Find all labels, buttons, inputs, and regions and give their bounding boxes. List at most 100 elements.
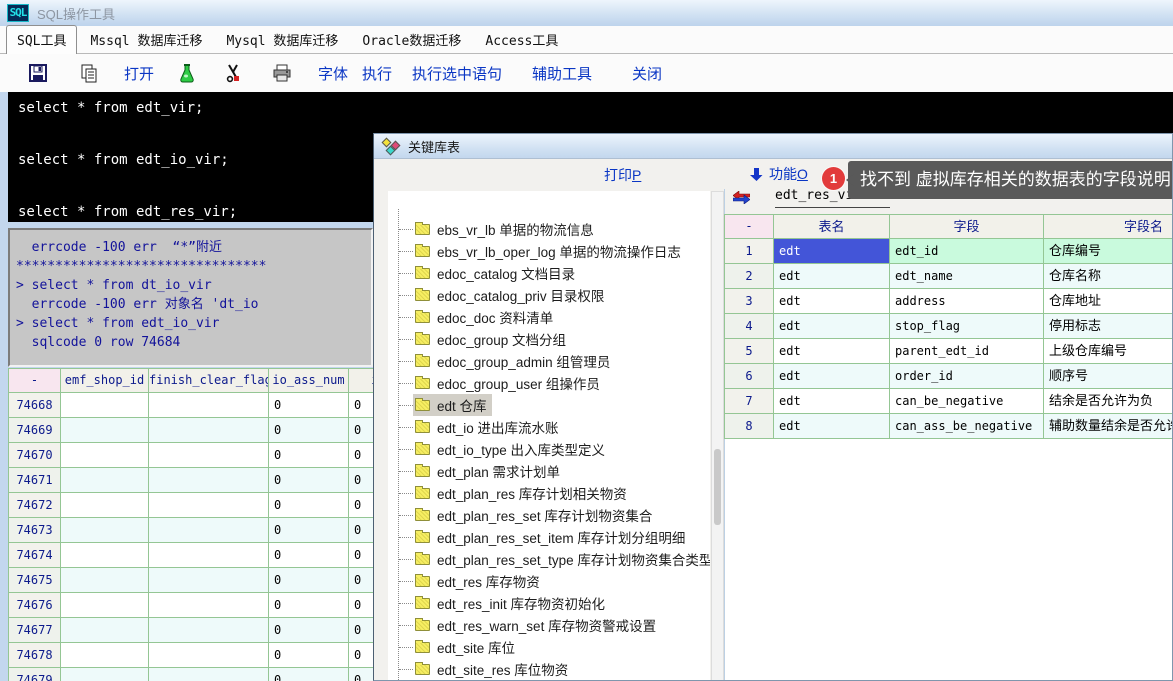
table-row[interactable]: 7467100 (9, 468, 373, 493)
table-row[interactable]: 7466800 (9, 393, 373, 418)
print-link[interactable]: 打印P (604, 165, 641, 185)
tab-4[interactable]: Access工具 (474, 25, 569, 54)
tree-item[interactable]: ebs_vr_lb 单据的物流信息 (388, 218, 710, 240)
execute-selected-button[interactable]: 执行选中语句 (412, 60, 502, 86)
tree-item-label: edt_io 进出库流水账 (437, 417, 559, 437)
cut-button[interactable] (224, 60, 242, 86)
folder-icon (415, 334, 430, 345)
table-row[interactable]: 7467300 (9, 518, 373, 543)
column-header: - (9, 369, 61, 393)
table-row[interactable]: 4edtstop_flag停用标志 (725, 314, 1173, 339)
close-button[interactable]: 关闭 (632, 60, 662, 86)
data-cell: 0 (269, 468, 349, 493)
execute-button[interactable]: 执行 (362, 60, 392, 86)
table-row[interactable]: 8edtcan_ass_be_negative辅助数量结余是否允许为 (725, 414, 1173, 439)
tree-item[interactable]: edoc_catalog_priv 目录权限 (388, 284, 710, 306)
dialog-title-bar: 关键库表 (374, 134, 1172, 159)
tree-node: edt_site_res 库位物资 (413, 658, 573, 680)
tree-item[interactable]: edt_res_warn_set 库存物资警戒设置 (388, 614, 710, 636)
table-row[interactable]: 6edtorder_id顺序号 (725, 364, 1173, 389)
tree-item[interactable]: edt_plan_res_set_item 库存计划分组明细 (388, 526, 710, 548)
table-row[interactable]: 7edtcan_be_negative结余是否允许为负 (725, 389, 1173, 414)
tab-3[interactable]: Oracle数据迁移 (351, 25, 472, 54)
data-cell: parent_edt_id (890, 339, 1044, 364)
dialog-title: 关键库表 (408, 137, 460, 156)
tree-scrollbar[interactable] (711, 191, 724, 681)
tree-item-label: edt_res 库存物资 (437, 571, 540, 591)
tree-item[interactable]: edt_io_type 出入库类型定义 (388, 438, 710, 460)
tree-item[interactable]: edt_plan_res 库存计划相关物资 (388, 482, 710, 504)
tree-connector (399, 405, 413, 406)
tree-scrollbar-thumb[interactable] (714, 449, 721, 525)
data-cell (149, 443, 269, 468)
table-row[interactable]: 2edtedt_name仓库名称 (725, 264, 1173, 289)
tab-sql-tools[interactable]: SQL工具 (6, 25, 77, 54)
print-button[interactable] (272, 60, 292, 86)
tree-item-label: edoc_group 文档分组 (437, 329, 566, 349)
data-cell (149, 668, 269, 681)
data-cell: order_id (890, 364, 1044, 389)
tree-item[interactable]: edt 仓库 (388, 394, 710, 416)
table-row[interactable]: 7467000 (9, 443, 373, 468)
tree-item[interactable]: edt_plan_res_set 库存计划物资集合 (388, 504, 710, 526)
folder-icon (415, 290, 430, 301)
tree-node: edt_plan 需求计划单 (413, 460, 565, 482)
tree-item[interactable]: edt_res_init 库存物资初始化 (388, 592, 710, 614)
printer-icon (272, 63, 292, 83)
tree-item[interactable]: edoc_group 文档分组 (388, 328, 710, 350)
font-button[interactable]: 字体 (318, 60, 348, 86)
tree-item[interactable]: edoc_doc 资料清单 (388, 306, 710, 328)
table-row[interactable]: 7467900 (9, 668, 373, 681)
table-row[interactable]: 7467400 (9, 543, 373, 568)
tree-connector (399, 537, 413, 538)
row-number-cell: 74678 (9, 643, 61, 668)
tree-item[interactable]: edt_res 库存物资 (388, 570, 710, 592)
folder-icon (415, 400, 430, 411)
tab-1[interactable]: Mssql 数据库迁移 (79, 25, 213, 54)
tree-item-label: edt_plan 需求计划单 (437, 461, 560, 481)
tree-item-label: edt_site_res 库位物资 (437, 659, 568, 679)
folder-icon (415, 246, 430, 257)
tree-item[interactable]: edt_plan_res_set_type 库存计划物资集合类型 (388, 548, 710, 570)
table-row[interactable]: 7467800 (9, 643, 373, 668)
data-cell (61, 668, 149, 681)
table-row[interactable]: 7466900 (9, 418, 373, 443)
tree-item[interactable]: edt_site 库位 (388, 636, 710, 658)
table-row[interactable]: 7467700 (9, 618, 373, 643)
tree-connector (399, 559, 413, 560)
data-cell: 0 (269, 668, 349, 681)
open-button[interactable]: 打开 (124, 60, 154, 86)
tree-item[interactable]: edt_io 进出库流水账 (388, 416, 710, 438)
tree-item-label: edt_plan_res_set_item 库存计划分组明细 (437, 527, 685, 547)
tree-item[interactable]: edt_plan 需求计划单 (388, 460, 710, 482)
table-row[interactable]: 7467500 (9, 568, 373, 593)
data-cell (149, 518, 269, 543)
folder-icon (415, 356, 430, 367)
tree-node: edt_io_type 出入库类型定义 (413, 438, 610, 460)
tab-2[interactable]: Mysql 数据库迁移 (215, 25, 349, 54)
table-row[interactable]: 5edtparent_edt_id上级仓库编号 (725, 339, 1173, 364)
tree-item[interactable]: ebs_vr_lb_oper_log 单据的物流操作日志 (388, 240, 710, 262)
table-row[interactable]: 3edtaddress仓库地址 (725, 289, 1173, 314)
data-cell: 0 (269, 643, 349, 668)
save-button[interactable] (28, 60, 48, 86)
tab-bar: SQL工具Mssql 数据库迁移Mysql 数据库迁移Oracle数据迁移Acc… (0, 26, 1173, 54)
copy-button[interactable] (80, 60, 98, 86)
table-row[interactable]: 7467200 (9, 493, 373, 518)
flask-button[interactable] (178, 60, 196, 86)
tree-item[interactable]: edoc_group_user 组操作员 (388, 372, 710, 394)
row-number-cell: 74675 (9, 568, 61, 593)
data-cell: 结余是否允许为负 (1044, 389, 1173, 414)
data-cell: 0 (349, 393, 373, 418)
tree-item-label: ebs_vr_lb_oper_log 单据的物流操作日志 (437, 241, 681, 261)
table-row[interactable]: 1edtedt_id仓库编号 (725, 239, 1173, 264)
tree-item[interactable]: edoc_catalog 文档目录 (388, 262, 710, 284)
column-header: io (349, 369, 373, 393)
table-row[interactable]: 7467600 (9, 593, 373, 618)
aux-tools-button[interactable]: 辅助工具 (532, 60, 592, 86)
result-grid: -emf_shop_idfinish_clear_flagio_ass_numi… (8, 368, 373, 681)
tree-item[interactable]: edoc_group_admin 组管理员 (388, 350, 710, 372)
function-menu-link[interactable]: 功能O (750, 164, 808, 184)
tree-item[interactable]: edt_site_res 库位物资 (388, 658, 710, 680)
tree-connector (399, 647, 413, 648)
